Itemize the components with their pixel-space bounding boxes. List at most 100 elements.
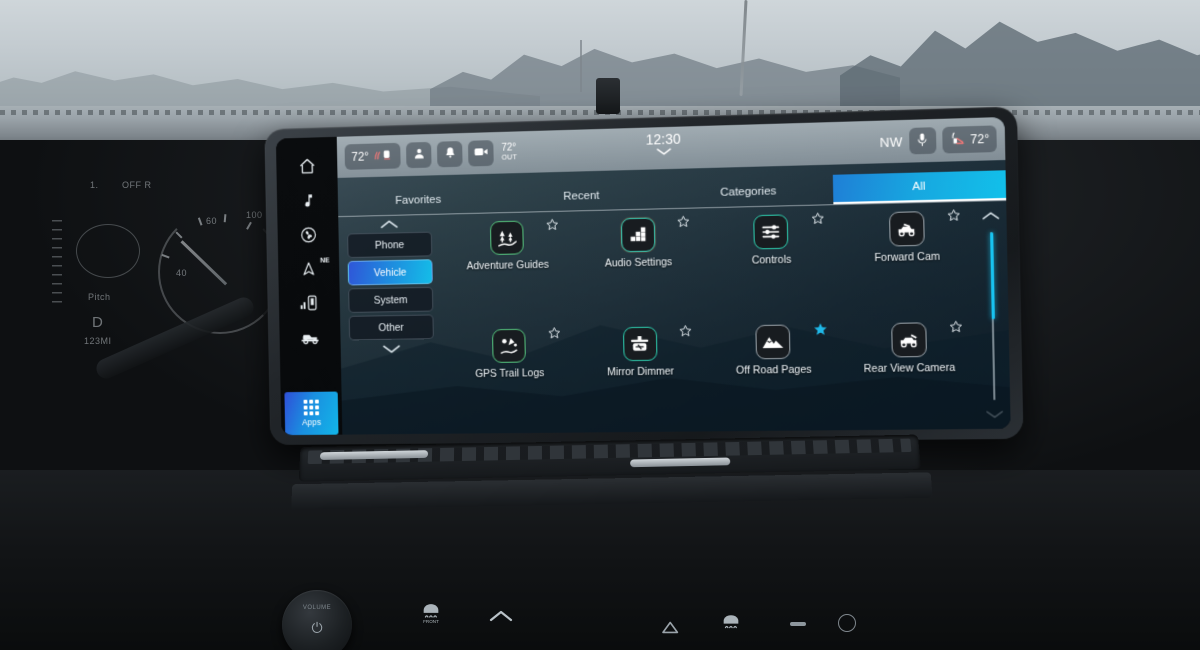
recirculation-button[interactable] [660,618,684,641]
status-bar-right-group: NW 72° [879,125,997,155]
instrument-cluster: 1. OFF R Pitch D 123MI 40 60 100 [30,168,280,388]
branch [580,40,582,92]
category-phone-label: Phone [375,239,404,251]
left-nav-rail: NE Apps [276,137,342,435]
cabin-temp-value: 72° [351,150,369,164]
favorite-star-icon[interactable] [677,215,690,228]
home-icon [298,157,316,176]
hvac-dial[interactable] [838,614,856,632]
cluster-odometer: 123MI [84,336,112,346]
category-vehicle-label: Vehicle [374,266,407,278]
sidebar-item-vehicle[interactable] [283,320,337,354]
mountains-icon [756,325,791,360]
tab-categories[interactable]: Categories [664,175,833,208]
app-grid-icon [304,400,320,416]
hvac-indicator-bar [790,622,806,626]
category-system[interactable]: System [348,287,433,313]
sidebar-nav-heading-label: NE [320,257,329,264]
app-label: Audio Settings [605,256,673,269]
infotainment-display[interactable]: NE Apps 72° 72° OUT 12:30 NW 72° Favorit… [276,117,1011,435]
scroll-up-button[interactable] [981,207,1000,226]
phone-signal-icon [300,294,319,312]
favorite-star-icon[interactable] [949,320,963,333]
fan-up-button[interactable] [488,608,514,629]
trail-trees-icon [490,221,524,255]
truck-rear-camera-icon [891,322,927,357]
app-tile[interactable]: Rear View Camera [840,317,979,430]
volume-label: VOLUME [303,605,331,611]
app-label: Adventure Guides [467,259,549,273]
cluster-gear: D [92,314,103,331]
favorite-star-icon[interactable] [811,211,825,224]
tab-favorites[interactable]: Favorites [338,184,500,217]
windshield-sensor-housing [596,78,620,114]
notifications-button[interactable] [437,141,463,167]
app-tile[interactable]: Off Road Pages [706,320,843,432]
favorite-star-icon[interactable] [813,322,827,335]
clock-widget[interactable]: 12:30 [646,131,682,160]
app-tile[interactable]: Adventure Guides [442,215,574,326]
tab-recent[interactable]: Recent [499,179,665,212]
heated-seat-icon [949,130,966,149]
music-note-icon [299,192,315,209]
cluster-pitch-label: Pitch [88,292,111,302]
front-defrost-button[interactable]: FRONT [420,600,442,629]
sidebar-item-home[interactable] [280,149,334,184]
category-phone[interactable]: Phone [347,232,432,258]
outside-temp-label: OUT [502,154,518,162]
app-tile[interactable]: Audio Settings [572,212,706,324]
sidebar-item-navigation[interactable]: NE [282,251,336,285]
seat-climate-icon [373,147,394,164]
mountain-right [840,6,1200,118]
voice-assistant-button[interactable] [909,127,936,154]
favorite-star-icon[interactable] [679,324,692,337]
app-label: Off Road Pages [736,364,812,377]
category-system-label: System [374,294,408,306]
compass-heading: NW [879,134,903,150]
app-label: Controls [752,254,792,267]
sidebar-item-climate[interactable] [281,217,335,251]
app-tile[interactable]: Forward Cam [838,206,977,320]
sidebar-item-apps-label: Apps [302,417,321,427]
category-scroll-up-button[interactable] [379,218,398,230]
passenger-climate-button[interactable]: 72° [942,125,997,153]
sidebar-item-apps[interactable]: Apps [284,392,338,436]
app-label: Mirror Dimmer [607,365,674,378]
app-grid: Adventure Guides Audio Settings Controls… [442,206,979,434]
cabin-climate-button[interactable]: 72° [345,143,401,170]
cluster-mode-label: OFF R [122,180,152,190]
tab-all[interactable]: All [833,170,1006,204]
mirror-icon [623,327,658,362]
sidebar-item-phone[interactable] [282,286,336,320]
app-tile[interactable]: Controls [704,209,841,322]
speed-tick-label-40: 40 [176,268,187,278]
mountain-center [430,22,900,118]
category-vehicle[interactable]: Vehicle [348,259,433,285]
camera-icon [474,146,489,160]
driver-profile-button[interactable] [406,142,432,168]
app-grid-wrapper: Adventure Guides Audio Settings Controls… [438,202,979,434]
camera-button[interactable] [468,140,494,166]
scrollbar-thumb[interactable] [990,232,995,319]
favorite-star-icon[interactable] [547,326,560,339]
favorite-star-icon[interactable] [545,218,558,231]
app-tile[interactable]: GPS Trail Logs [444,324,576,434]
app-tile[interactable]: Mirror Dimmer [574,322,708,433]
clock-time: 12:30 [646,131,681,148]
sidebar-item-media[interactable] [281,183,335,218]
rear-defrost-button[interactable] [720,612,742,639]
sliders-icon [753,214,788,249]
app-label: Forward Cam [874,251,940,265]
category-other-label: Other [378,321,403,333]
bell-icon [443,146,456,162]
cluster-vehicle-pitch-icon [76,224,140,278]
tab-recent-label: Recent [563,189,599,202]
app-label: GPS Trail Logs [475,367,544,380]
favorite-star-icon[interactable] [947,208,961,222]
cluster-temp-bar [52,220,62,306]
vent-direction-handle-right[interactable] [630,458,730,468]
category-other[interactable]: Other [349,314,434,340]
outside-temperature: 72° OUT [501,143,517,161]
outside-temp-value: 72° [501,142,516,153]
infotainment-display-bezel: NE Apps 72° 72° OUT 12:30 NW 72° Favorit… [264,106,1023,445]
